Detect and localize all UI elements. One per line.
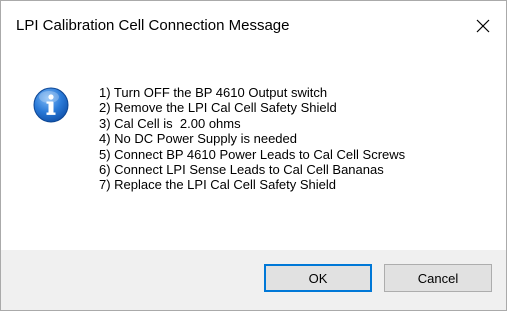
message-line-5: 5) Connect BP 4610 Power Leads to Cal Ce… — [99, 146, 406, 162]
cancel-button[interactable]: Cancel — [384, 264, 492, 292]
dialog-title: LPI Calibration Cell Connection Message — [16, 17, 290, 34]
information-icon — [33, 87, 69, 123]
button-bar: OK Cancel — [1, 250, 506, 310]
message-line-4: 4) No DC Power Supply is needed — [99, 131, 297, 147]
message-text: 1) Turn OFF the BP 4610 Output switch 2)… — [99, 85, 405, 193]
title-bar: LPI Calibration Cell Connection Message — [1, 1, 506, 51]
message-line-7: 7) Replace the LPI Cal Cell Safety Shiel… — [99, 177, 337, 193]
dialog-content: 1) Turn OFF the BP 4610 Output switch 2)… — [1, 51, 506, 250]
message-line-1: 1) Turn OFF the BP 4610 Output switch — [99, 85, 328, 100]
message-line-2: 2) Remove the LPI Cal Cell Safety Shield — [99, 100, 337, 116]
message-line-3: 3) Cal Cell is 2.00 ohms — [99, 115, 241, 131]
close-button[interactable] — [460, 1, 506, 51]
ok-button[interactable]: OK — [264, 264, 372, 292]
message-line-6: 6) Connect LPI Sense Leads to Cal Cell B… — [99, 162, 384, 178]
message-dialog: LPI Calibration Cell Connection Message — [0, 0, 507, 311]
close-icon — [476, 19, 490, 33]
